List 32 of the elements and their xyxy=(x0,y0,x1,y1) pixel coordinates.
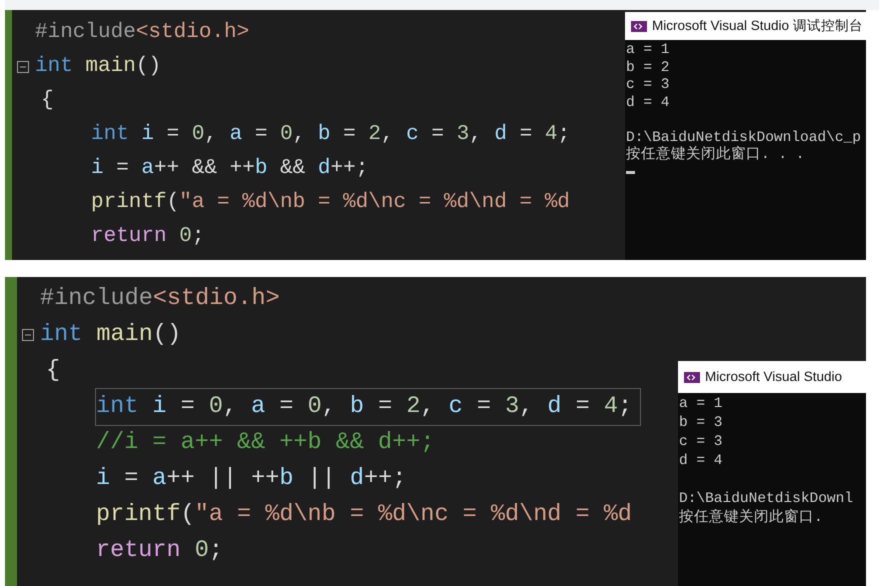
console-output-line: d = 4 xyxy=(679,452,723,471)
console-output-line: b = 3 xyxy=(679,414,723,433)
code-line: int main() xyxy=(34,54,162,80)
fold-toggle-icon[interactable] xyxy=(17,61,29,73)
code-line: #include<stdio.h> xyxy=(39,284,281,314)
console-title: Microsoft Visual Studio 调试控制台 xyxy=(652,16,863,35)
code-line: int main() xyxy=(39,320,182,350)
console-output-line: b = 2 xyxy=(626,60,670,77)
console-output-line: D:\BaiduNetdiskDownl xyxy=(679,490,854,508)
console-title: Microsoft Visual Studio xyxy=(705,368,842,386)
code-line: printf("a = %d\nb = %d\nc = %d\nd = %d xyxy=(90,190,571,216)
code-line: int i = 0, a = 0, b = 2, c = 3, d = 4; xyxy=(90,122,572,148)
code-line: //i = a++ && ++b && d++; xyxy=(95,428,436,458)
code-line: return 0; xyxy=(90,224,206,250)
console-output-line: c = 3 xyxy=(679,433,723,452)
console-app-icon xyxy=(631,20,647,32)
console-output-line: c = 3 xyxy=(626,77,670,94)
console-app-icon xyxy=(684,372,700,382)
code-line: printf("a = %d\nb = %d\nc = %d\nd = %d xyxy=(95,500,633,530)
code-line: i = a++ || ++b || d++; xyxy=(95,464,408,494)
code-line: return 0; xyxy=(95,536,224,566)
code-line: #include<stdio.h> xyxy=(34,20,250,46)
code-line: { xyxy=(40,88,55,114)
console-output-line: d = 4 xyxy=(626,94,670,112)
console-output-line: a = 1 xyxy=(626,42,670,60)
fold-toggle-icon[interactable] xyxy=(22,329,34,341)
console-output-line: 按任意键关闭此窗口. . . xyxy=(626,147,805,164)
console-output-line: 按任意键关闭此窗口. xyxy=(679,509,823,528)
code-line: i = a++ && ++b && d++; xyxy=(90,156,370,182)
console-output-line: a = 1 xyxy=(679,395,723,414)
console-output-line: D:\BaiduNetdiskDownload\c_p xyxy=(626,130,861,146)
code-line: { xyxy=(45,356,62,386)
